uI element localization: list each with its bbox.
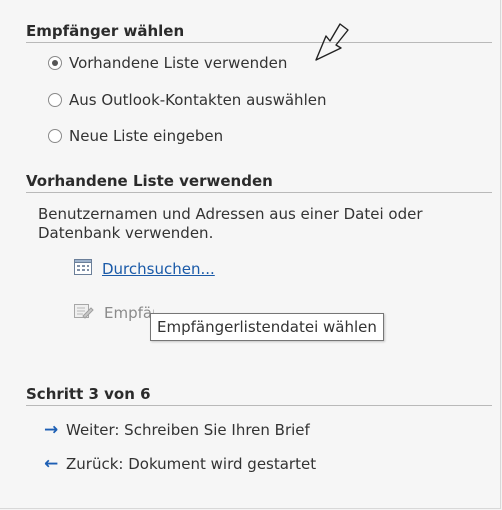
browse-icon: [74, 259, 92, 279]
section-heading-step: Schritt 3 von 6: [26, 385, 492, 406]
radio-button[interactable]: [48, 93, 62, 107]
section-description: Benutzernamen und Adressen aus einer Dat…: [38, 205, 423, 242]
radio-outlook-contacts[interactable]: Aus Outlook-Kontakten auswählen: [48, 91, 326, 109]
previous-step-link[interactable]: ← Zurück: Dokument wird gestartet: [44, 454, 316, 474]
arrow-left-icon: ←: [44, 454, 59, 474]
radio-new-list[interactable]: Neue Liste eingeben: [48, 127, 223, 145]
radio-button-checked[interactable]: [48, 56, 62, 70]
browse-action[interactable]: Durchsuchen...: [74, 259, 215, 279]
radio-label: Vorhandene Liste verwenden: [69, 54, 288, 72]
edit-recipient-list-label: Empfängerliste bearbeiten...: [104, 304, 154, 322]
section-heading-select-recipients: Empfänger wählen: [26, 22, 492, 43]
arrow-right-icon: →: [44, 420, 59, 440]
edit-list-icon: [74, 302, 94, 324]
next-step-link[interactable]: → Weiter: Schreiben Sie Ihren Brief: [44, 420, 310, 440]
radio-label: Aus Outlook-Kontakten auswählen: [69, 91, 327, 109]
radio-existing-list[interactable]: Vorhandene Liste verwenden: [48, 54, 287, 72]
tooltip: Empfängerlistendatei wählen: [150, 313, 384, 341]
radio-button[interactable]: [48, 129, 62, 143]
mail-merge-pane: Empfänger wählen Vorhandene Liste verwen…: [0, 0, 501, 509]
edit-recipient-list-action[interactable]: Empfängerliste bearbeiten...: [74, 302, 154, 324]
browse-link[interactable]: Durchsuchen...: [102, 260, 215, 278]
annotation-arrow-icon: [315, 23, 349, 61]
previous-step-label: Zurück: Dokument wird gestartet: [66, 455, 317, 473]
radio-label: Neue Liste eingeben: [69, 127, 224, 145]
next-step-label: Weiter: Schreiben Sie Ihren Brief: [66, 421, 310, 439]
section-heading-use-existing-list: Vorhandene Liste verwenden: [26, 172, 492, 193]
